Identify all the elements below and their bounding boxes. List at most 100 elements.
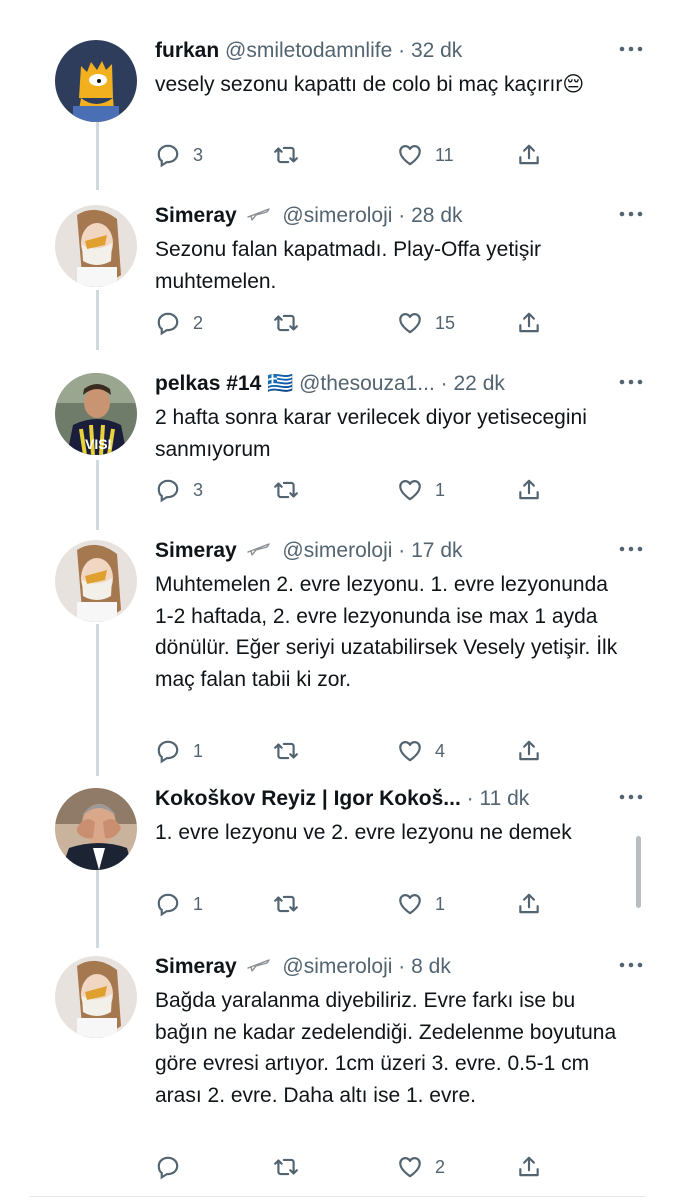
reply-button[interactable] bbox=[155, 1152, 193, 1182]
svg-text:VISI: VISI bbox=[85, 436, 111, 452]
scrollbar[interactable] bbox=[636, 836, 641, 908]
user-handle[interactable]: @simeroloji bbox=[282, 204, 392, 227]
share-button[interactable] bbox=[516, 889, 542, 919]
separator-dot: · bbox=[466, 787, 474, 810]
user-handle[interactable]: @simeroloji bbox=[282, 955, 392, 978]
timestamp[interactable]: 22 dk bbox=[454, 372, 505, 395]
tweet-text: Bağda yaralanma diyebiliriz. Evre farkı … bbox=[155, 989, 623, 1107]
tweet-actions: 1 1 bbox=[155, 889, 575, 919]
airplane-icon bbox=[246, 201, 271, 231]
more-options-icon[interactable] bbox=[617, 199, 645, 229]
retweet-icon bbox=[274, 895, 298, 913]
tweet-text: 1. evre lezyonu ve 2. evre lezyonu ne de… bbox=[155, 821, 572, 844]
more-options-icon[interactable] bbox=[617, 950, 645, 980]
retweet-button[interactable] bbox=[273, 1152, 299, 1182]
heart-icon bbox=[399, 1157, 421, 1178]
like-button[interactable]: 4 bbox=[397, 736, 445, 766]
share-icon bbox=[519, 312, 539, 333]
more-options-icon[interactable] bbox=[617, 34, 645, 64]
like-button[interactable]: 1 bbox=[397, 475, 445, 505]
tweet-actions: 2 15 bbox=[155, 308, 575, 338]
like-count: 1 bbox=[435, 893, 446, 914]
share-icon bbox=[519, 1156, 539, 1177]
retweet-button[interactable] bbox=[273, 736, 299, 766]
reply-count: 3 bbox=[193, 479, 204, 500]
reply-count: 1 bbox=[193, 893, 204, 914]
tweet-actions: 1 4 bbox=[155, 736, 575, 766]
share-icon bbox=[519, 144, 539, 165]
user-name[interactable]: pelkas #14 🇬🇷 bbox=[155, 372, 293, 395]
separator-dot: · bbox=[398, 204, 406, 227]
reply-icon bbox=[157, 479, 179, 503]
timestamp[interactable]: 8 dk bbox=[411, 955, 451, 978]
timestamp[interactable]: 28 dk bbox=[411, 204, 462, 227]
separator-dot: · bbox=[398, 955, 406, 978]
retweet-icon bbox=[274, 481, 298, 499]
heart-icon bbox=[399, 894, 421, 915]
avatar[interactable] bbox=[55, 40, 137, 122]
share-button[interactable] bbox=[516, 1152, 542, 1182]
heart-icon bbox=[399, 313, 421, 334]
share-button[interactable] bbox=[516, 140, 542, 170]
reply-count: 2 bbox=[193, 312, 204, 333]
like-button[interactable]: 2 bbox=[397, 1152, 445, 1182]
user-name[interactable]: Kokoškov Reyiz | Igor Kokoš... bbox=[155, 787, 461, 810]
timestamp[interactable]: 17 dk bbox=[411, 539, 462, 562]
reply-button[interactable]: 2 bbox=[155, 308, 203, 338]
like-button[interactable]: 1 bbox=[397, 889, 445, 919]
timestamp[interactable]: 11 dk bbox=[479, 787, 529, 810]
separator-dot: · bbox=[398, 39, 406, 62]
user-name[interactable]: Simeray bbox=[155, 539, 237, 562]
retweet-button[interactable] bbox=[273, 475, 299, 505]
user-handle[interactable]: @smiletodamnlife bbox=[225, 39, 392, 62]
retweet-button[interactable] bbox=[273, 308, 299, 338]
retweet-icon bbox=[274, 1158, 298, 1176]
like-count: 15 bbox=[435, 312, 456, 333]
avatar[interactable] bbox=[55, 205, 137, 287]
avatar[interactable]: VISI bbox=[55, 373, 137, 455]
reply-button[interactable]: 3 bbox=[155, 475, 203, 505]
reply-icon bbox=[157, 312, 179, 336]
avatar[interactable] bbox=[55, 788, 137, 870]
user-name[interactable]: furkan bbox=[155, 39, 219, 62]
heart-icon bbox=[399, 145, 421, 166]
thread-connector bbox=[96, 460, 99, 530]
reply-icon bbox=[157, 740, 179, 764]
avatar[interactable] bbox=[55, 956, 137, 1038]
share-button[interactable] bbox=[516, 308, 542, 338]
divider bbox=[30, 1196, 645, 1197]
thread-connector bbox=[96, 290, 99, 350]
timestamp[interactable]: 32 dk bbox=[411, 39, 462, 62]
like-count: 4 bbox=[435, 740, 446, 761]
reply-button[interactable]: 3 bbox=[155, 140, 203, 170]
user-name[interactable]: Simeray bbox=[155, 955, 237, 978]
share-button[interactable] bbox=[516, 475, 542, 505]
reply-button[interactable]: 1 bbox=[155, 736, 203, 766]
airplane-icon bbox=[246, 536, 271, 566]
retweet-button[interactable] bbox=[273, 140, 299, 170]
more-options-icon[interactable] bbox=[617, 782, 645, 812]
user-handle[interactable]: @simeroloji bbox=[282, 539, 392, 562]
more-options-icon[interactable] bbox=[617, 367, 645, 397]
reply-icon bbox=[157, 1156, 179, 1180]
retweet-icon bbox=[274, 146, 298, 164]
tweet-text: Muhtemelen 2. evre lezyonu. 1. evre lezy… bbox=[155, 573, 624, 691]
user-handle[interactable]: @thesouza1... bbox=[299, 372, 435, 395]
share-button[interactable] bbox=[516, 736, 542, 766]
thread-connector bbox=[96, 868, 99, 948]
reply-button[interactable]: 1 bbox=[155, 889, 203, 919]
more-options-icon[interactable] bbox=[617, 534, 645, 564]
reply-count: 1 bbox=[193, 740, 204, 761]
tweet-actions: 3 1 bbox=[155, 475, 575, 505]
like-count: 2 bbox=[435, 1156, 446, 1177]
tweet-text: vesely sezonu kapattı de colo bi maç kaç… bbox=[155, 73, 585, 96]
retweet-icon bbox=[274, 314, 298, 332]
like-button[interactable]: 11 bbox=[397, 140, 454, 170]
separator-dot: · bbox=[398, 539, 406, 562]
like-count: 11 bbox=[435, 144, 454, 165]
like-button[interactable]: 15 bbox=[397, 308, 455, 338]
user-name[interactable]: Simeray bbox=[155, 204, 237, 227]
share-icon bbox=[519, 740, 539, 761]
avatar[interactable] bbox=[55, 540, 137, 622]
retweet-button[interactable] bbox=[273, 889, 299, 919]
